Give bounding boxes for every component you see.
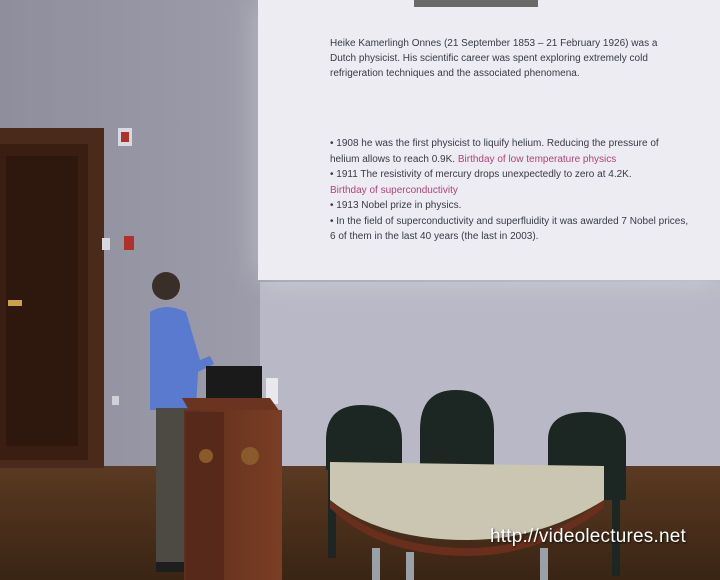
- light-switch: [102, 238, 110, 250]
- bullet-4: • In the field of superconductivity and …: [330, 215, 689, 243]
- door-handle: [8, 300, 22, 306]
- projection-slide: Heike Kamerlingh Onnes (21 September 185…: [258, 0, 720, 280]
- bullet-2-text: • 1911 The resistivity of mercury drops …: [330, 169, 632, 180]
- slide-bullet-list: • 1908 he was the first physicist to liq…: [330, 136, 690, 245]
- bullet-3: • 1913 Nobel prize in physics.: [330, 200, 462, 211]
- chair-middle: [420, 390, 494, 468]
- bullet-1: • 1908 he was the first physicist to liq…: [330, 136, 690, 167]
- wall-outlet: [112, 396, 119, 405]
- alarm-button: [124, 236, 134, 250]
- bullet-1-highlight: Birthday of low temperature physics: [457, 153, 617, 165]
- bullet-2-highlight: Birthday of superconductivity: [330, 184, 458, 196]
- slide-intro-text: Heike Kamerlingh Onnes (21 September 185…: [330, 38, 658, 79]
- watermark-text: http://videolectures.net: [490, 526, 686, 547]
- podium: [182, 398, 282, 580]
- slide-portrait-image: [414, 0, 538, 7]
- bullet-2: • 1911 The resistivity of mercury drops …: [330, 167, 690, 198]
